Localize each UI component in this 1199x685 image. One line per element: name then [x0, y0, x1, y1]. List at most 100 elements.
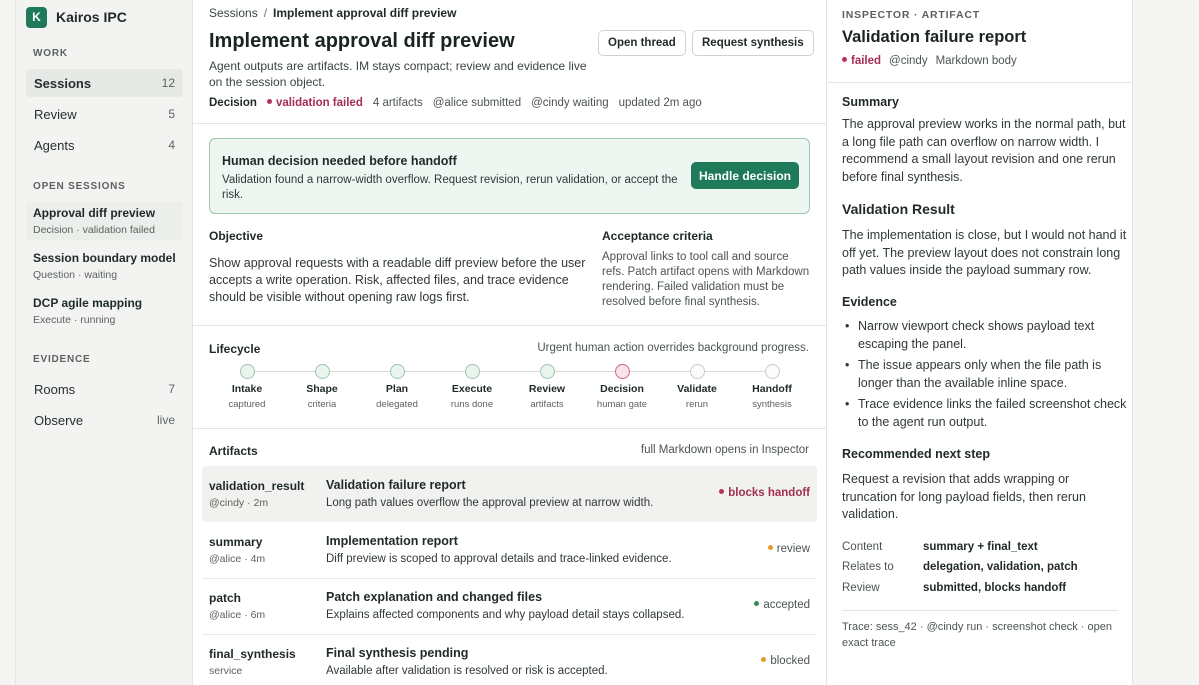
artifacts-note: full Markdown opens in Inspector — [640, 444, 809, 456]
artifact-owner: service — [209, 665, 243, 677]
sidebar-item-sessions[interactable]: Sessions 12 — [26, 69, 183, 97]
session-title: Session boundary model — [33, 251, 176, 265]
artifact-title: Implementation report — [326, 534, 458, 548]
artifact-owner: @alice · 6m — [209, 609, 266, 621]
brand[interactable]: K Kairos IPC — [26, 6, 127, 28]
step-pending-icon — [689, 364, 705, 379]
sidebar-item-count: live — [156, 413, 175, 427]
inspector-panel: INSPECTOR · ARTIFACT Validation failure … — [827, 0, 1133, 685]
sidebar-item-agents[interactable]: Agents 4 — [26, 131, 183, 159]
next-step-heading: Recommended next step — [842, 447, 990, 461]
step-done-icon — [464, 364, 480, 379]
artifact-status-label: review — [776, 543, 810, 555]
session-title: DCP agile mapping — [33, 296, 143, 310]
step-sub: delegated — [376, 399, 418, 410]
step-name: Shape — [306, 383, 338, 395]
request-synthesis-button[interactable]: Request synthesis — [692, 30, 814, 56]
step-name: Execute — [451, 383, 493, 395]
open-thread-button[interactable]: Open thread — [598, 30, 686, 56]
inspector-title: Validation failure report — [842, 28, 1027, 46]
session-item-approval-diff-preview[interactable]: Approval diff preview Decision · validat… — [26, 202, 183, 240]
summary-text: The approval preview works in the normal… — [842, 117, 1126, 184]
breadcrumb-root-link[interactable]: Sessions — [209, 6, 258, 20]
validation-result-text: The implementation is close, but I would… — [842, 228, 1127, 277]
artifact-title: Validation failure report — [326, 478, 466, 492]
artifact-row-validation-result[interactable]: validation_result @cindy · 2m Validation… — [202, 466, 817, 522]
kv-key: Review — [842, 582, 880, 594]
acceptance-heading: Acceptance criteria — [602, 229, 713, 243]
next-step-text: Request a revision that adds wrapping or… — [842, 472, 1086, 521]
divider — [193, 123, 827, 124]
section-label-evidence: EVIDENCE — [33, 354, 91, 365]
divider — [193, 428, 827, 429]
step-sub: criteria — [307, 399, 337, 410]
lifecycle-step-decision: Decision human gate — [584, 364, 660, 410]
status-badge: validation failed — [266, 97, 363, 109]
artifact-row-summary[interactable]: summary @alice · 4m Implementation repor… — [202, 522, 817, 578]
artifact-desc: Diff preview is scoped to approval detai… — [326, 553, 672, 565]
sidebar-item-label: Review — [34, 106, 77, 122]
session-item-session-boundary-model[interactable]: Session boundary model Question · waitin… — [26, 247, 183, 285]
kv-value: submitted, blocks handoff — [923, 582, 1067, 594]
step-sub: runs done — [450, 399, 494, 410]
step-done-icon — [239, 364, 255, 379]
kv-value: delegation, validation, patch — [923, 561, 1078, 573]
artifact-name: final_synthesis — [209, 647, 296, 661]
brand-logo: K — [26, 6, 47, 28]
section-label-work: WORK — [33, 48, 68, 59]
app-window: K Kairos IPC WORK Sessions 12 Review 5 A… — [0, 0, 1199, 685]
section-label-open-sessions: OPEN SESSIONS — [33, 181, 126, 192]
divider — [842, 610, 1118, 611]
session-subtitle: Decision · validation failed — [33, 224, 155, 236]
artifact-owner: @cindy · 2m — [209, 497, 269, 509]
sidebar-item-rooms[interactable]: Rooms 7 — [26, 375, 183, 403]
artifact-status: review — [767, 543, 810, 555]
sidebar-item-review[interactable]: Review 5 — [26, 100, 183, 128]
status-dot-icon — [767, 545, 773, 551]
lifecycle-stepper: Intake captured Shape criteria Plan dele… — [209, 364, 810, 414]
step-current-icon — [614, 364, 630, 379]
step-done-icon — [539, 364, 555, 379]
lifecycle-step-shape: Shape criteria — [284, 364, 360, 410]
evidence-item: Narrow viewport check shows payload text… — [842, 318, 1127, 353]
meta-waiting: @cindy waiting — [531, 97, 609, 109]
session-subtitle: Question · waiting — [33, 269, 118, 281]
step-sub: rerun — [685, 399, 709, 410]
breadcrumb-current: Implement approval diff preview — [273, 6, 457, 20]
decision-text: Validation found a narrow-width overflow… — [222, 174, 678, 201]
objective-text: Show approval requests with a readable d… — [209, 256, 586, 304]
artifact-name: summary — [209, 535, 263, 549]
step-name: Review — [528, 383, 566, 395]
inspector-owner: @cindy — [889, 55, 928, 67]
sidebar-item-label: Agents — [34, 137, 75, 153]
artifact-row-patch[interactable]: patch @alice · 6m Patch explanation and … — [202, 578, 817, 634]
step-name: Plan — [385, 383, 409, 395]
sidebar-item-label: Rooms — [34, 381, 76, 397]
breadcrumb: Sessions / Implement approval diff preview — [209, 6, 456, 20]
sidebar-item-observe[interactable]: Observe live — [26, 406, 183, 434]
artifact-row-final-synthesis[interactable]: final_synthesis service Final synthesis … — [202, 634, 817, 685]
lifecycle-step-intake: Intake captured — [209, 364, 285, 410]
inspector-meta: failed @cindy Markdown body — [842, 55, 1025, 67]
inspector-label: INSPECTOR · ARTIFACT — [842, 9, 980, 21]
inspector-status-label: failed — [851, 55, 882, 67]
step-pending-icon — [764, 364, 780, 379]
sidebar-item-count: 5 — [168, 107, 175, 121]
session-item-dcp-agile-mapping[interactable]: DCP agile mapping Execute · running — [26, 292, 183, 330]
status-dot-icon — [754, 601, 760, 607]
brand-name: Kairos IPC — [56, 9, 127, 25]
lifecycle-step-validate: Validate rerun — [659, 364, 735, 410]
session-subtitle: Execute · running — [33, 314, 116, 326]
kv-key: Relates to — [842, 561, 894, 573]
breadcrumb-separator: / — [263, 6, 268, 20]
meta-updated: updated 2m ago — [618, 97, 702, 109]
handle-decision-button[interactable]: Handle decision — [691, 162, 799, 189]
lifecycle-note: Urgent human action overrides background… — [537, 342, 809, 354]
artifact-title: Patch explanation and changed files — [326, 590, 543, 604]
artifact-status-label: blocked — [770, 655, 810, 667]
sidebar-item-label: Observe — [34, 412, 84, 428]
status-badge-label: validation failed — [275, 97, 363, 109]
lifecycle-step-review: Review artifacts — [509, 364, 585, 410]
step-sub: artifacts — [530, 399, 564, 410]
trace-link[interactable]: Trace: sess_42 · @cindy run · screenshot… — [842, 619, 1122, 651]
